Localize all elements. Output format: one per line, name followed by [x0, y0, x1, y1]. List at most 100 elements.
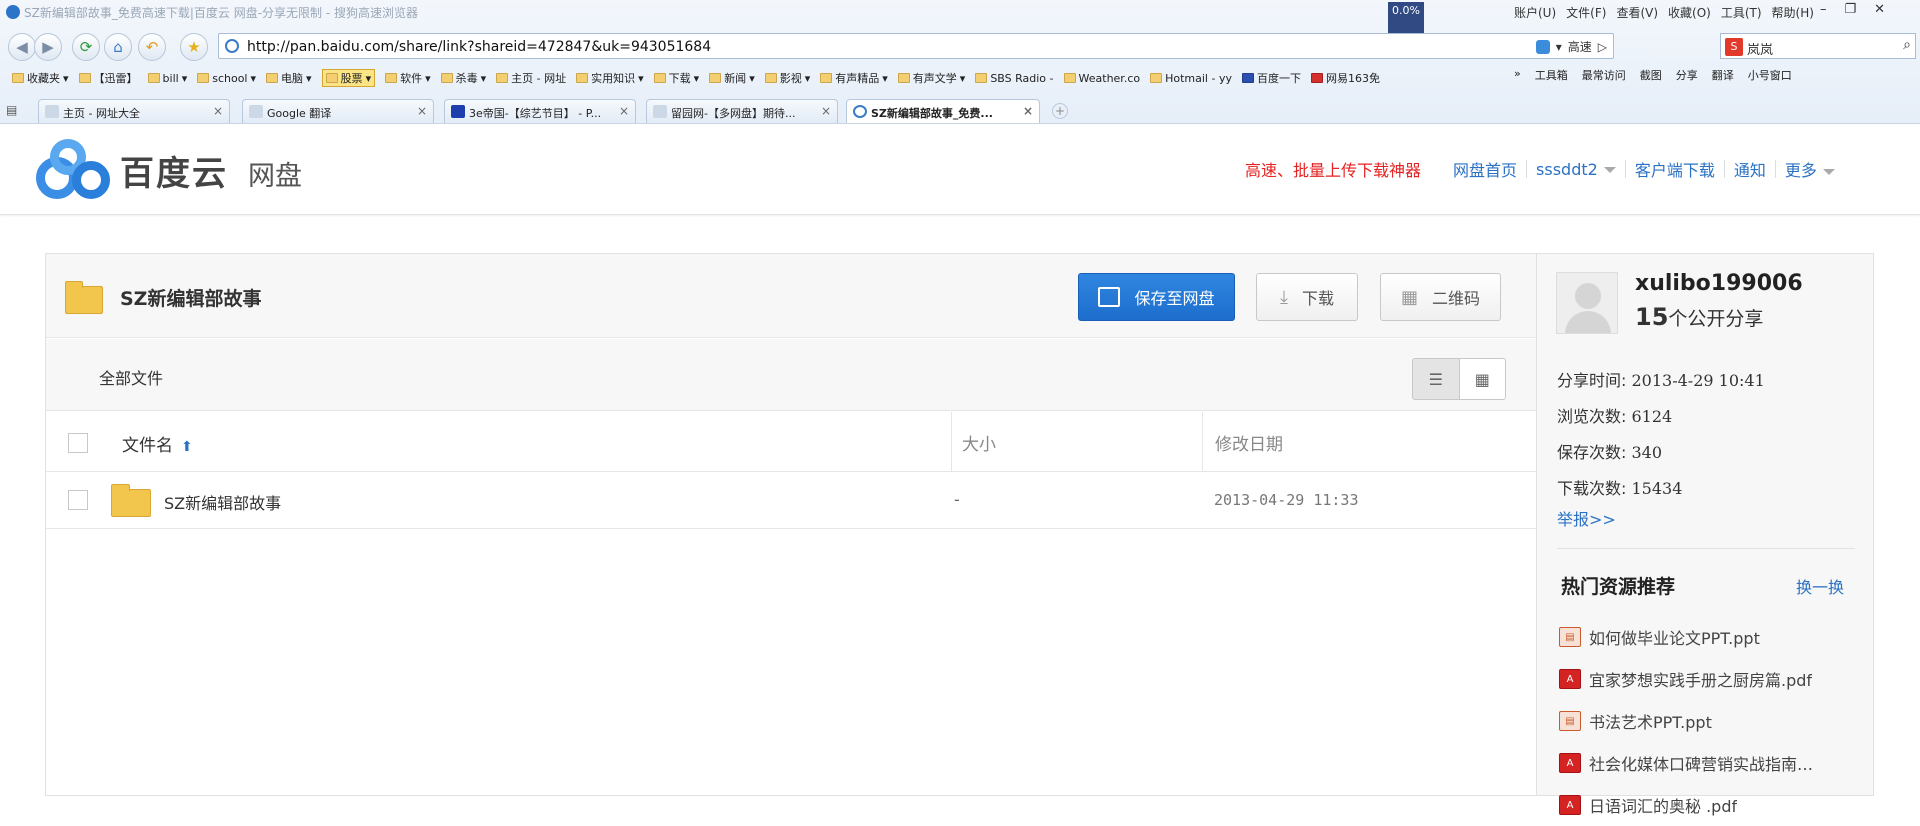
close-tab-icon[interactable]: × — [213, 104, 223, 118]
share-button[interactable]: 分享 — [1676, 67, 1698, 83]
brand-logo[interactable]: 百度云 网盘 — [36, 139, 302, 201]
translate-button[interactable]: 翻译 — [1712, 67, 1734, 83]
chevron-down-icon — [1822, 168, 1835, 175]
restore-icon[interactable]: ❐ — [1845, 2, 1857, 17]
bookmark-item[interactable]: 下载 ▾ — [653, 70, 699, 86]
back-icon[interactable]: ◀ — [8, 33, 36, 61]
toolbox-button[interactable]: 工具箱 — [1535, 67, 1568, 83]
bookmark-item[interactable]: 百度一下 — [1241, 70, 1301, 86]
undo-icon[interactable]: ↶ — [138, 33, 166, 61]
nav-home[interactable]: 网盘首页 — [1453, 157, 1517, 181]
list-item[interactable]: A 日语词汇的奥秘 .pdf — [1559, 784, 1859, 826]
file-name[interactable]: SZ新编辑部故事 — [164, 490, 281, 514]
bookmark-item[interactable]: 电脑 ▾ — [266, 70, 312, 86]
minimize-icon[interactable]: – — [1820, 2, 1827, 17]
speed-mode-label[interactable]: 高速 — [1568, 38, 1592, 55]
close-tab-icon[interactable]: × — [1023, 104, 1033, 118]
sort-arrow-icon: ⬆ — [181, 439, 193, 455]
address-input[interactable]: http://pan.baidu.com/share/link?shareid=… — [247, 39, 711, 55]
public-share-count[interactable]: 15个公开分享 — [1635, 303, 1763, 331]
menu-favorites[interactable]: 收藏(O) — [1668, 4, 1711, 21]
folder-icon — [111, 484, 151, 517]
star-icon[interactable]: ★ — [180, 33, 208, 61]
bookmark-favorites[interactable]: 收藏夹 ▾ — [12, 70, 69, 86]
breadcrumb[interactable]: 全部文件 — [99, 365, 163, 389]
column-date[interactable]: 修改日期 — [1202, 412, 1295, 472]
refresh-icon[interactable]: ⟳ — [72, 33, 100, 61]
bookmark-item[interactable]: 股票 ▾ — [321, 69, 376, 87]
bookmark-item[interactable]: 【迅雷】 — [78, 70, 138, 86]
bookmark-item[interactable]: 软件 ▾ — [385, 70, 431, 86]
bookmark-item[interactable]: 有声文学 ▾ — [897, 70, 965, 86]
small-window-button[interactable]: 小号窗口 — [1748, 67, 1792, 83]
nav-more[interactable]: 更多 — [1785, 157, 1835, 181]
column-name[interactable]: 文件名 ⬆ — [122, 431, 193, 456]
qrcode-button[interactable]: ▦ 二维码 — [1380, 273, 1501, 321]
pdf-file-icon: A — [1559, 669, 1581, 689]
search-input[interactable]: 岚岚 — [1747, 39, 1773, 58]
bookmark-item[interactable]: Hotmail - yy — [1150, 72, 1232, 85]
menu-account[interactable]: 账户(U) — [1514, 4, 1556, 21]
refresh-recommendations-link[interactable]: 换一换 — [1796, 574, 1844, 598]
new-tab-icon[interactable]: + — [1052, 103, 1068, 119]
address-bar[interactable]: http://pan.baidu.com/share/link?shareid=… — [218, 33, 1614, 59]
menu-tools[interactable]: 工具(T) — [1721, 4, 1762, 21]
close-tab-icon[interactable]: × — [417, 104, 427, 118]
tab-google-translate[interactable]: Google 翻译 × — [242, 99, 434, 123]
dropdown-icon[interactable]: ▾ — [1556, 40, 1562, 54]
list-item[interactable]: ▤ 如何做毕业论文PPT.ppt — [1559, 616, 1859, 658]
nav-user[interactable]: sssddt2 — [1536, 160, 1616, 179]
table-row[interactable]: SZ新编辑部故事 - 2013-04-29 11:33 — [46, 473, 1537, 529]
nav-notifications[interactable]: 通知 — [1734, 157, 1766, 181]
tab-home[interactable]: 主页 - 网址大全 × — [38, 99, 230, 123]
nav-client-download[interactable]: 客户端下载 — [1635, 157, 1715, 181]
list-item[interactable]: ▤ 书法艺术PPT.ppt — [1559, 700, 1859, 742]
promo-link[interactable]: 高速、批量上传下载神器 — [1245, 157, 1421, 181]
share-title: SZ新编辑部故事 — [120, 288, 262, 310]
bookmark-item[interactable]: 杀毒 ▾ — [440, 70, 486, 86]
save-to-pan-button[interactable]: 保存至网盘 — [1078, 273, 1235, 321]
weather-icon — [1063, 73, 1076, 83]
close-icon[interactable]: ✕ — [1874, 2, 1885, 17]
go-icon[interactable]: ▷ — [1598, 40, 1607, 54]
bookmark-item[interactable]: 有声精品 ▾ — [820, 70, 888, 86]
menu-help[interactable]: 帮助(H) — [1772, 4, 1814, 21]
frequent-button[interactable]: 最常访问 — [1582, 67, 1626, 83]
bookmark-item[interactable]: 新闻 ▾ — [709, 70, 755, 86]
bookmark-item[interactable]: Weather.co — [1063, 72, 1140, 85]
search-icon[interactable]: ⌕ — [1903, 37, 1911, 53]
screenshot-button[interactable]: 截图 — [1640, 67, 1662, 83]
report-link[interactable]: 举报>> — [1557, 506, 1616, 530]
bookmark-item[interactable]: 网易163免 — [1310, 70, 1380, 86]
sidebar-toggle-icon[interactable]: ▤ — [6, 103, 17, 117]
forward-icon[interactable]: ▶ — [34, 33, 62, 61]
brand-sub: 网盘 — [248, 160, 302, 192]
menu-view[interactable]: 查看(V) — [1616, 4, 1658, 21]
grid-view-icon[interactable]: ▦ — [1460, 359, 1506, 399]
sharer-username[interactable]: xulibo199006 — [1635, 271, 1803, 296]
column-size[interactable]: 大小 — [951, 412, 1006, 472]
row-checkbox[interactable] — [68, 490, 88, 510]
close-tab-icon[interactable]: × — [619, 104, 629, 118]
folder-icon — [78, 73, 91, 83]
bookmark-item[interactable]: school ▾ — [197, 72, 256, 85]
list-item[interactable]: A 宜家梦想实践手册之厨房篇.pdf — [1559, 658, 1859, 700]
tab-active-share[interactable]: SZ新编辑部故事_免费... × — [846, 99, 1040, 123]
menu-file[interactable]: 文件(F) — [1566, 4, 1606, 21]
bookmark-item[interactable]: 影视 ▾ — [764, 70, 810, 86]
close-tab-icon[interactable]: × — [821, 104, 831, 118]
bookmark-item[interactable]: SBS Radio - — [975, 72, 1054, 85]
bookmark-item[interactable]: 实用知识 ▾ — [576, 70, 644, 86]
select-all-checkbox[interactable] — [68, 433, 88, 453]
tab-3e[interactable]: 3e帝国-【综艺节目】 - P... × — [444, 99, 636, 123]
download-button[interactable]: ⤓ 下载 — [1256, 273, 1358, 321]
avatar[interactable] — [1556, 272, 1618, 334]
bookmark-item[interactable]: bill ▾ — [147, 72, 187, 85]
tab-liuyuan[interactable]: 留园网-【多网盘】期待... × — [646, 99, 838, 123]
more-bookmarks-icon[interactable]: » — [1514, 67, 1521, 83]
list-view-icon[interactable]: ☰ — [1413, 359, 1460, 399]
list-item[interactable]: A 社会化媒体口碑营销实战指南… — [1559, 742, 1859, 784]
home-icon[interactable]: ⌂ — [104, 33, 132, 61]
search-box[interactable]: S 岚岚 ⌕ — [1720, 33, 1916, 59]
bookmark-item[interactable]: 主页 - 网址 — [496, 70, 566, 86]
